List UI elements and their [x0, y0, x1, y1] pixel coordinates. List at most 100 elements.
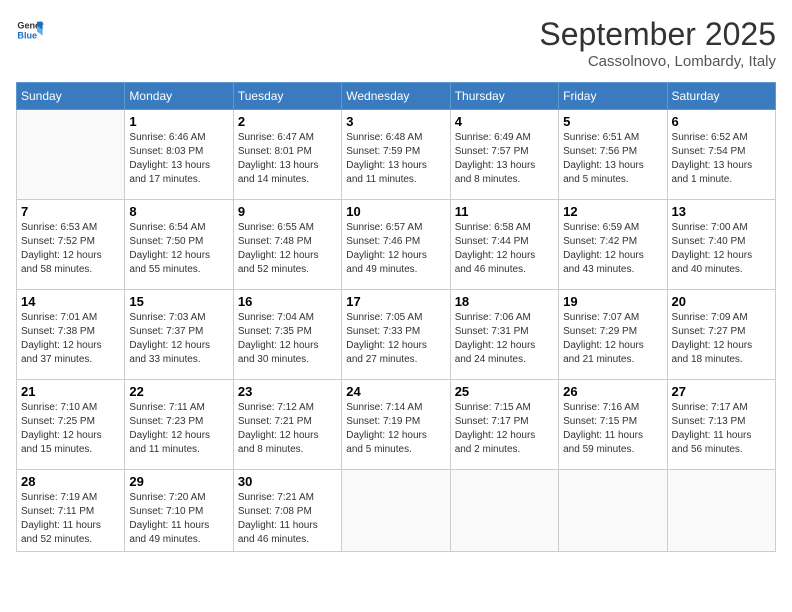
- calendar-cell: 28 Sunrise: 7:19 AM Sunset: 7:11 PM Dayli…: [17, 470, 125, 552]
- day-number: 28: [21, 474, 120, 489]
- weekday-header: Friday: [559, 83, 667, 110]
- day-number: 25: [455, 384, 554, 399]
- day-number: 21: [21, 384, 120, 399]
- day-number: 19: [563, 294, 662, 309]
- day-info: Sunrise: 7:09 AM Sunset: 7:27 PM Dayligh…: [672, 311, 771, 367]
- day-number: 10: [346, 204, 445, 219]
- day-info: Sunrise: 7:11 AM Sunset: 7:23 PM Dayligh…: [129, 401, 228, 457]
- day-number: 23: [238, 384, 337, 399]
- weekday-header: Tuesday: [233, 83, 341, 110]
- month-title: September 2025: [539, 16, 776, 53]
- day-info: Sunrise: 6:53 AM Sunset: 7:52 PM Dayligh…: [21, 221, 120, 277]
- day-info: Sunrise: 7:07 AM Sunset: 7:29 PM Dayligh…: [563, 311, 662, 367]
- day-number: 14: [21, 294, 120, 309]
- day-number: 24: [346, 384, 445, 399]
- calendar-week-row: 21 Sunrise: 7:10 AM Sunset: 7:25 PM Dayli…: [17, 380, 776, 470]
- day-info: Sunrise: 7:15 AM Sunset: 7:17 PM Dayligh…: [455, 401, 554, 457]
- title-block: September 2025 Cassolnovo, Lombardy, Ita…: [539, 16, 776, 70]
- calendar-cell: 1 Sunrise: 6:46 AM Sunset: 8:03 PM Daylig…: [125, 110, 233, 200]
- day-number: 13: [672, 204, 771, 219]
- day-number: 17: [346, 294, 445, 309]
- day-info: Sunrise: 6:58 AM Sunset: 7:44 PM Dayligh…: [455, 221, 554, 277]
- day-number: 1: [129, 114, 228, 129]
- weekday-header: Thursday: [450, 83, 558, 110]
- calendar-cell: 3Sunrise: 6:48 AM Sunset: 7:59 PM Daylig…: [342, 110, 450, 200]
- calendar-week-row: 7 Sunrise: 6:53 AM Sunset: 7:52 PM Daylig…: [17, 200, 776, 290]
- day-number: 22: [129, 384, 228, 399]
- calendar-cell: 29 Sunrise: 7:20 AM Sunset: 7:10 PM Dayli…: [125, 470, 233, 552]
- calendar-cell: 22 Sunrise: 7:11 AM Sunset: 7:23 PM Dayli…: [125, 380, 233, 470]
- day-info: Sunrise: 7:05 AM Sunset: 7:33 PM Dayligh…: [346, 311, 445, 367]
- weekday-header: Wednesday: [342, 83, 450, 110]
- day-info: Sunrise: 7:04 AM Sunset: 7:35 PM Dayligh…: [238, 311, 337, 367]
- day-number: 15: [129, 294, 228, 309]
- day-number: 20: [672, 294, 771, 309]
- day-info: Sunrise: 6:55 AM Sunset: 7:48 PM Dayligh…: [238, 221, 337, 277]
- logo-icon: General Blue: [16, 16, 44, 44]
- calendar-cell: 12 Sunrise: 6:59 AM Sunset: 7:42 PM Dayli…: [559, 200, 667, 290]
- calendar-cell: 19 Sunrise: 7:07 AM Sunset: 7:29 PM Dayli…: [559, 290, 667, 380]
- day-number: 4: [455, 114, 554, 129]
- calendar-week-row: 1 Sunrise: 6:46 AM Sunset: 8:03 PM Daylig…: [17, 110, 776, 200]
- day-number: 12: [563, 204, 662, 219]
- day-number: 18: [455, 294, 554, 309]
- day-info: Sunrise: 6:52 AM Sunset: 7:54 PM Dayligh…: [672, 131, 771, 187]
- day-info: Sunrise: 6:54 AM Sunset: 7:50 PM Dayligh…: [129, 221, 228, 277]
- calendar-cell: 10 Sunrise: 6:57 AM Sunset: 7:46 PM Dayli…: [342, 200, 450, 290]
- calendar-table: SundayMondayTuesdayWednesdayThursdayFrid…: [16, 82, 776, 552]
- calendar-cell: 27 Sunrise: 7:17 AM Sunset: 7:13 PM Dayli…: [667, 380, 775, 470]
- logo: General Blue: [16, 16, 44, 44]
- day-info: Sunrise: 7:16 AM Sunset: 7:15 PM Dayligh…: [563, 401, 662, 457]
- calendar-cell: 23Sunrise: 7:12 AM Sunset: 7:21 PM Dayli…: [233, 380, 341, 470]
- day-number: 8: [129, 204, 228, 219]
- location-subtitle: Cassolnovo, Lombardy, Italy: [539, 53, 776, 70]
- day-info: Sunrise: 6:47 AM Sunset: 8:01 PM Dayligh…: [238, 131, 337, 187]
- calendar-cell: 17 Sunrise: 7:05 AM Sunset: 7:33 PM Dayli…: [342, 290, 450, 380]
- calendar-cell: 14Sunrise: 7:01 AM Sunset: 7:38 PM Dayli…: [17, 290, 125, 380]
- calendar-cell: 7 Sunrise: 6:53 AM Sunset: 7:52 PM Daylig…: [17, 200, 125, 290]
- calendar-week-row: 28 Sunrise: 7:19 AM Sunset: 7:11 PM Dayli…: [17, 470, 776, 552]
- calendar-cell: [450, 470, 558, 552]
- day-number: 7: [21, 204, 120, 219]
- day-info: Sunrise: 7:19 AM Sunset: 7:11 PM Dayligh…: [21, 491, 120, 547]
- day-number: 11: [455, 204, 554, 219]
- day-number: 6: [672, 114, 771, 129]
- calendar-cell: 2Sunrise: 6:47 AM Sunset: 8:01 PM Daylig…: [233, 110, 341, 200]
- weekday-header: Sunday: [17, 83, 125, 110]
- day-number: 30: [238, 474, 337, 489]
- day-number: 5: [563, 114, 662, 129]
- calendar-cell: 16 Sunrise: 7:04 AM Sunset: 7:35 PM Dayli…: [233, 290, 341, 380]
- day-info: Sunrise: 6:49 AM Sunset: 7:57 PM Dayligh…: [455, 131, 554, 187]
- calendar-cell: 8 Sunrise: 6:54 AM Sunset: 7:50 PM Daylig…: [125, 200, 233, 290]
- calendar-cell: 20 Sunrise: 7:09 AM Sunset: 7:27 PM Dayli…: [667, 290, 775, 380]
- day-info: Sunrise: 7:00 AM Sunset: 7:40 PM Dayligh…: [672, 221, 771, 277]
- day-info: Sunrise: 6:59 AM Sunset: 7:42 PM Dayligh…: [563, 221, 662, 277]
- calendar-cell: 18 Sunrise: 7:06 AM Sunset: 7:31 PM Dayli…: [450, 290, 558, 380]
- day-info: Sunrise: 6:57 AM Sunset: 7:46 PM Dayligh…: [346, 221, 445, 277]
- day-number: 29: [129, 474, 228, 489]
- calendar-cell: 15Sunrise: 7:03 AM Sunset: 7:37 PM Dayli…: [125, 290, 233, 380]
- day-info: Sunrise: 7:14 AM Sunset: 7:19 PM Dayligh…: [346, 401, 445, 457]
- calendar-cell: [667, 470, 775, 552]
- day-number: 3: [346, 114, 445, 129]
- page-header: General Blue September 2025 Cassolnovo, …: [16, 16, 776, 70]
- day-info: Sunrise: 7:20 AM Sunset: 7:10 PM Dayligh…: [129, 491, 228, 547]
- weekday-header: Saturday: [667, 83, 775, 110]
- day-info: Sunrise: 7:10 AM Sunset: 7:25 PM Dayligh…: [21, 401, 120, 457]
- weekday-header: Monday: [125, 83, 233, 110]
- calendar-cell: 6 Sunrise: 6:52 AM Sunset: 7:54 PM Daylig…: [667, 110, 775, 200]
- day-info: Sunrise: 6:46 AM Sunset: 8:03 PM Dayligh…: [129, 131, 228, 187]
- calendar-cell: [342, 470, 450, 552]
- calendar-cell: 5 Sunrise: 6:51 AM Sunset: 7:56 PM Daylig…: [559, 110, 667, 200]
- day-info: Sunrise: 7:06 AM Sunset: 7:31 PM Dayligh…: [455, 311, 554, 367]
- calendar-cell: 24 Sunrise: 7:14 AM Sunset: 7:19 PM Dayli…: [342, 380, 450, 470]
- calendar-cell: 21 Sunrise: 7:10 AM Sunset: 7:25 PM Dayli…: [17, 380, 125, 470]
- calendar-cell: 30 Sunrise: 7:21 AM Sunset: 7:08 PM Dayli…: [233, 470, 341, 552]
- day-info: Sunrise: 7:17 AM Sunset: 7:13 PM Dayligh…: [672, 401, 771, 457]
- calendar-cell: 11 Sunrise: 6:58 AM Sunset: 7:44 PM Dayli…: [450, 200, 558, 290]
- day-number: 16: [238, 294, 337, 309]
- day-info: Sunrise: 6:51 AM Sunset: 7:56 PM Dayligh…: [563, 131, 662, 187]
- day-info: Sunrise: 7:21 AM Sunset: 7:08 PM Dayligh…: [238, 491, 337, 547]
- calendar-cell: 9Sunrise: 6:55 AM Sunset: 7:48 PM Daylig…: [233, 200, 341, 290]
- day-number: 27: [672, 384, 771, 399]
